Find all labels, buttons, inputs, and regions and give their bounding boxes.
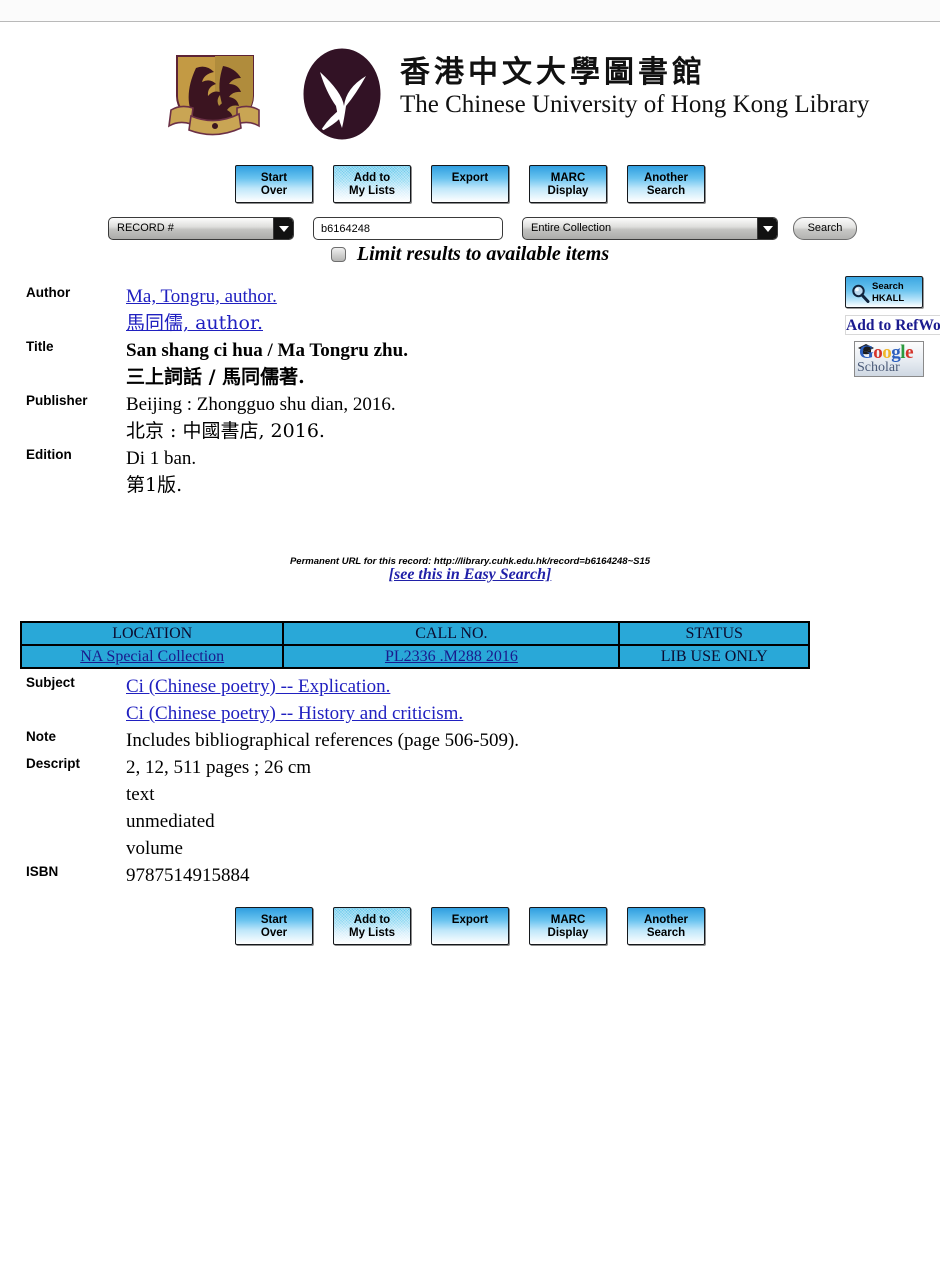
browser-chrome-strip <box>0 0 940 22</box>
bib-field-row: Publisher Beijing : Zhongguo shu dian, 20… <box>0 391 830 445</box>
another-search-button[interactable]: Another Search <box>627 907 705 945</box>
bib-field-row: Author Ma, Tongru, author. 馬同儒, author. <box>0 283 830 337</box>
bib-field-row: Subject Ci (Chinese poetry) -- Explicatio… <box>0 673 830 727</box>
marc-display-button[interactable]: MARC Display <box>529 165 607 203</box>
bib-field-row: Descript 2, 12, 511 pages ; 26 cm text unme… <box>0 754 830 862</box>
limit-available-label: Limit results to available items <box>356 243 610 265</box>
site-masthead: 香港中文大學圖書館 The Chinese University of Hong… <box>0 42 940 150</box>
library-name-chinese: 香港中文大學圖書館 <box>400 55 706 90</box>
easy-search-row: [see this in Easy Search] <box>0 566 940 584</box>
search-scope-value: Entire Collection <box>531 222 612 234</box>
bib-field-value: 第1版. <box>126 474 183 496</box>
bib-field-value: 9787514915884 <box>126 865 250 886</box>
bib-field-label: Subject <box>26 675 75 690</box>
start-over-button[interactable]: Start Over <box>235 907 313 945</box>
holdings-call-number-cell[interactable]: PL2336 .M288 2016 <box>282 644 621 669</box>
easy-search-link[interactable]: [see this in Easy Search] <box>389 566 552 583</box>
holdings-status-cell: LIB USE ONLY <box>618 644 810 669</box>
chevron-down-icon[interactable] <box>273 218 293 239</box>
google-scholar-subtitle: Scholar <box>857 360 900 375</box>
limit-to-available-row: Limit results to available items <box>0 243 940 266</box>
bib-field-value: Includes bibliographical references (pag… <box>126 730 520 751</box>
bib-field-link[interactable]: 馬同儒, author. <box>126 310 820 337</box>
google-scholar-button[interactable]: Google Scholar <box>854 341 924 377</box>
bib-field-values: 2, 12, 511 pages ; 26 cm text unmediated vo… <box>126 754 830 862</box>
bib-field-row: Note Includes bibliographical references … <box>0 727 830 754</box>
search-index-dropdown[interactable]: RECORD # <box>108 217 294 240</box>
library-name-english: The Chinese University of Hong Kong Libr… <box>400 90 870 118</box>
bib-record-top: Author Ma, Tongru, author. 馬同儒, author. Tit… <box>0 283 830 499</box>
add-to-my-lists-button[interactable]: Add to My Lists <box>333 165 411 203</box>
search-submit-button[interactable]: Search <box>793 217 857 240</box>
search-icon <box>852 284 870 303</box>
bib-field-values: 9787514915884 <box>126 862 830 889</box>
search-bar: RECORD # Entire Collection Search <box>0 217 940 243</box>
bib-field-values: San shang ci hua / Ma Tongru zhu. 三上詞話 / … <box>126 337 830 391</box>
holdings-column-header: STATUS <box>618 621 810 646</box>
search-input[interactable] <box>313 217 503 240</box>
holdings-call-number-link[interactable]: PL2336 .M288 2016 <box>385 648 518 665</box>
export-button[interactable]: Export <box>431 907 509 945</box>
bib-field-value: Di 1 ban. <box>126 448 197 469</box>
start-over-button[interactable]: Start Over <box>235 165 313 203</box>
holdings-location-cell[interactable]: NA Special Collection <box>19 644 285 669</box>
limit-available-checkbox[interactable] <box>330 247 346 262</box>
holdings-row: NA Special Collection PL2336 .M288 2016 LI… <box>19 644 810 669</box>
bib-field-row: ISBN 9787514915884 <box>0 862 830 889</box>
holdings-table: LOCATION CALL NO. STATUS NA Special Collect… <box>19 621 810 669</box>
export-button[interactable]: Export <box>431 165 509 203</box>
bib-record-bottom: Subject Ci (Chinese poetry) -- Explicatio… <box>0 673 880 889</box>
cuhk-shield-logo <box>168 55 260 136</box>
toolbar-bottom: Start Over Add to My Lists Export MARC D… <box>0 907 940 947</box>
bib-field-label: Title <box>26 339 54 354</box>
search-hkall-button[interactable]: Search HKALL <box>845 276 923 308</box>
add-to-refworks-button[interactable]: Add to RefWo <box>845 315 940 335</box>
bib-field-value: unmediated <box>126 811 215 832</box>
bib-field-link[interactable]: Ci (Chinese poetry) -- Explication. <box>126 673 820 700</box>
holdings-column-header: CALL NO. <box>282 621 621 646</box>
cuhk-bird-emblem-logo <box>303 48 381 140</box>
holdings-table-body: LOCATION CALL NO. STATUS NA Special Collect… <box>19 621 810 669</box>
bib-field-value: 2, 12, 511 pages ; 26 cm <box>126 757 312 778</box>
bib-field-value: 北京 : 中國書店, 2016. <box>126 420 325 442</box>
holdings-column-header: LOCATION <box>19 621 285 646</box>
search-scope-dropdown[interactable]: Entire Collection <box>522 217 778 240</box>
bib-field-value: 三上詞話 / 馬同儒著. <box>126 366 305 388</box>
bib-field-value: volume <box>126 838 183 859</box>
search-hkall-label: Search HKALL <box>872 281 905 304</box>
bib-field-link[interactable]: Ci (Chinese poetry) -- History and criti… <box>126 700 820 727</box>
bib-field-value: Beijing : Zhongguo shu dian, 2016. <box>126 394 396 415</box>
bib-field-values: Beijing : Zhongguo shu dian, 2016. 北京 : 中… <box>126 391 830 445</box>
bib-field-row: Title San shang ci hua / Ma Tongru zhu. 三上… <box>0 337 830 391</box>
bib-field-values: Includes bibliographical references (pag… <box>126 727 830 754</box>
bib-field-link[interactable]: Ma, Tongru, author. <box>126 283 820 310</box>
search-index-value: RECORD # <box>117 222 174 234</box>
holdings-header-row: LOCATION CALL NO. STATUS <box>19 621 810 646</box>
bib-field-label: Descript <box>26 756 81 771</box>
bib-field-value: San shang ci hua / Ma Tongru zhu. <box>126 340 408 361</box>
bib-field-label: Publisher <box>26 393 88 408</box>
add-to-my-lists-button[interactable]: Add to My Lists <box>333 907 411 945</box>
toolbar-top: Start Over Add to My Lists Export MARC D… <box>0 165 940 205</box>
bib-field-value: text <box>126 784 155 805</box>
bib-field-values: Di 1 ban. 第1版. <box>126 445 830 499</box>
record-tools-sidebar: Search HKALL Add to RefWo Google Scholar <box>845 276 940 377</box>
marc-display-button[interactable]: MARC Display <box>529 907 607 945</box>
bib-field-values: Ma, Tongru, author. 馬同儒, author. <box>126 283 830 337</box>
chevron-down-icon[interactable] <box>757 218 777 239</box>
bib-field-row: Edition Di 1 ban. 第1版. <box>0 445 830 499</box>
bib-field-values: Ci (Chinese poetry) -- Explication. Ci (C… <box>126 673 830 727</box>
bib-field-label: ISBN <box>26 864 59 879</box>
bib-field-label: Edition <box>26 447 72 462</box>
bib-field-label: Author <box>26 285 71 300</box>
library-wordmark: 香港中文大學圖書館 The Chinese University of Hong… <box>400 55 870 118</box>
holdings-location-link[interactable]: NA Special Collection <box>80 648 224 665</box>
bib-field-label: Note <box>26 729 56 744</box>
another-search-button[interactable]: Another Search <box>627 165 705 203</box>
